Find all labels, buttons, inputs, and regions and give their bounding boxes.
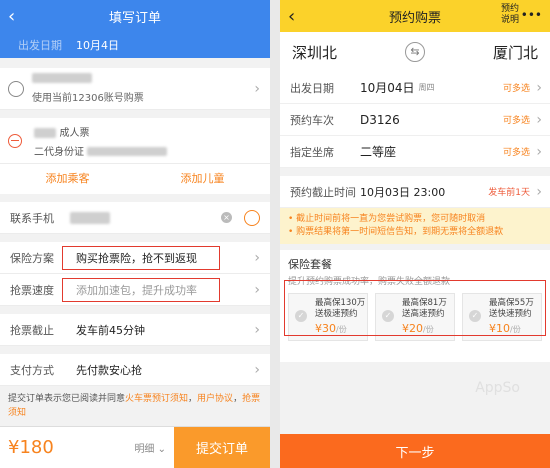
chevron-right-icon: ›: [254, 281, 260, 298]
multi-select-hint: 可多选: [502, 116, 530, 126]
right-screen: ‹ 预约购票 预约说明 ••• 深圳北 ⇆ 厦门北 出发日期 10月04日 周四…: [280, 0, 550, 468]
note-sep: ，: [188, 394, 198, 404]
train-icon: [8, 80, 24, 97]
passenger-type: 成人票: [59, 127, 90, 139]
insurance-package-section: 保险套餐 提升预约购票成功率，购票失败全额退款 ✓ 最高保130万 送极速预约 …: [280, 250, 550, 362]
date-value: 10月4日: [76, 39, 119, 52]
page-title: 填写订单: [108, 10, 161, 26]
multi-select-hint: 可多选: [502, 84, 530, 94]
deadline-value: 发车前45分钟: [76, 323, 145, 337]
date-label: 出发日期: [18, 39, 62, 52]
total-price: ¥180: [8, 437, 54, 458]
to-station[interactable]: 厦门北: [493, 42, 538, 63]
watermark: AppSo: [475, 380, 520, 396]
deadline-value: 10月03日 23:00: [360, 185, 446, 199]
agreement-note: 提交订单表示您已阅读并同意火车票预订须知，用户协议，抢票须知: [0, 386, 270, 426]
phone-value-blurred: [70, 211, 110, 224]
clear-icon[interactable]: ×: [221, 212, 232, 223]
account-hint: 使用当前12306账号购票: [32, 93, 144, 104]
speed-row[interactable]: 抢票速度 添加加速包，提升成功率 ›: [0, 274, 270, 306]
back-icon[interactable]: ‹: [288, 6, 295, 27]
submit-order-button[interactable]: 提交订单: [174, 426, 270, 468]
note-text: 提交订单表示您已阅读并同意: [8, 394, 126, 404]
reserve-header: ‹ 预约购票 预约说明 •••: [280, 0, 550, 32]
account-row[interactable]: 使用当前12306账号购票 ›: [0, 68, 270, 110]
more-icon[interactable]: •••: [521, 8, 542, 22]
deadline-label: 预约截止时间: [290, 185, 356, 199]
passenger-row: 成人票 二代身份证: [0, 118, 270, 164]
remove-passenger-icon[interactable]: [8, 133, 22, 148]
insurance-label: 保险方案: [10, 251, 54, 265]
chevron-right-icon: ›: [536, 111, 542, 128]
booking-notice-link[interactable]: 火车票预订须知: [125, 394, 188, 404]
train-value: D3126: [360, 112, 400, 127]
chevron-right-icon: ›: [254, 80, 260, 97]
chevron-right-icon: ›: [254, 361, 260, 378]
train-row[interactable]: 预约车次 D3126 可多选 ›: [280, 104, 550, 136]
from-station[interactable]: 深圳北: [292, 42, 337, 63]
swap-icon[interactable]: ⇆: [405, 42, 425, 62]
payment-value: 先付款安心抢: [76, 363, 142, 377]
add-child-button[interactable]: 添加儿童: [135, 164, 270, 194]
passenger-name-blurred: [34, 127, 56, 138]
phone-row[interactable]: 联系手机 ×: [0, 202, 270, 234]
add-passenger-bar: 添加乘客 添加儿童: [0, 164, 270, 194]
passenger-id-type: 二代身份证: [34, 146, 84, 158]
insurance-title: 保险套餐: [288, 258, 332, 271]
left-screen: ‹ 填写订单 出发日期 10月4日 使用当前12306账号购票 › 成人票 二代…: [0, 0, 270, 468]
speed-label: 抢票速度: [10, 283, 54, 297]
chevron-right-icon: ›: [536, 79, 542, 96]
train-label: 预约车次: [290, 113, 334, 127]
notice-line: • 截止时间前将一直为您尝试购票，您可随时取消: [288, 214, 486, 224]
weekday: 周四: [418, 83, 435, 92]
multi-select-hint: 可多选: [502, 148, 530, 158]
passenger-id-blurred: [87, 147, 168, 156]
date-label: 出发日期: [290, 81, 334, 95]
payment-row[interactable]: 支付方式 先付款安心抢 ›: [0, 354, 270, 386]
chevron-right-icon: ›: [536, 143, 542, 160]
deadline-label: 抢票截止: [10, 323, 54, 337]
reserve-explain-link[interactable]: 预约说明: [500, 4, 520, 26]
highlight-box: [62, 246, 220, 270]
departure-date-row[interactable]: 出发日期 10月04日 周四 可多选 ›: [280, 72, 550, 104]
insurance-row[interactable]: 保险方案 购买抢票险，抢不到返现 ›: [0, 242, 270, 274]
user-agreement-link[interactable]: 用户协议: [197, 394, 233, 404]
contact-icon[interactable]: [244, 209, 260, 226]
highlight-box: [62, 278, 220, 302]
page-title: 预约购票: [388, 10, 441, 26]
bottom-bar: ¥180 明细 ⌄ 提交订单: [0, 426, 270, 468]
seat-row[interactable]: 指定坐席 二等座 可多选 ›: [280, 136, 550, 168]
reserve-notice: • 截止时间前将一直为您尝试购票，您可随时取消 • 购票结果将第一时间短信告知，…: [280, 208, 550, 244]
reserve-deadline-row[interactable]: 预约截止时间 10月03日 23:00 发车前1天 ›: [280, 176, 550, 208]
next-step-button[interactable]: 下一步: [280, 434, 550, 468]
order-header: ‹ 填写订单: [0, 0, 270, 32]
deadline-row[interactable]: 抢票截止 发车前45分钟 ›: [0, 314, 270, 346]
seat-value: 二等座: [360, 145, 397, 159]
notice-line: • 购票结果将第一时间短信告知，到期无票将全额退款: [288, 227, 504, 237]
back-icon[interactable]: ‹: [8, 6, 15, 27]
phone-label: 联系手机: [10, 211, 54, 225]
price-detail-toggle[interactable]: 明细 ⌄: [134, 440, 166, 455]
chevron-right-icon: ›: [536, 183, 542, 200]
deadline-hint: 发车前1天: [488, 188, 530, 198]
highlight-box: [284, 280, 546, 336]
chevron-right-icon: ›: [254, 321, 260, 338]
note-sep: ，: [233, 394, 243, 404]
add-passenger-button[interactable]: 添加乘客: [0, 164, 135, 194]
payment-label: 支付方式: [10, 363, 54, 377]
chevron-right-icon: ›: [254, 249, 260, 266]
date-value: 10月04日: [360, 81, 415, 95]
account-name-blurred: [32, 73, 92, 83]
seat-label: 指定坐席: [290, 145, 334, 159]
station-row: 深圳北 ⇆ 厦门北: [280, 32, 550, 72]
departure-date-strip: 出发日期 10月4日: [0, 32, 270, 58]
